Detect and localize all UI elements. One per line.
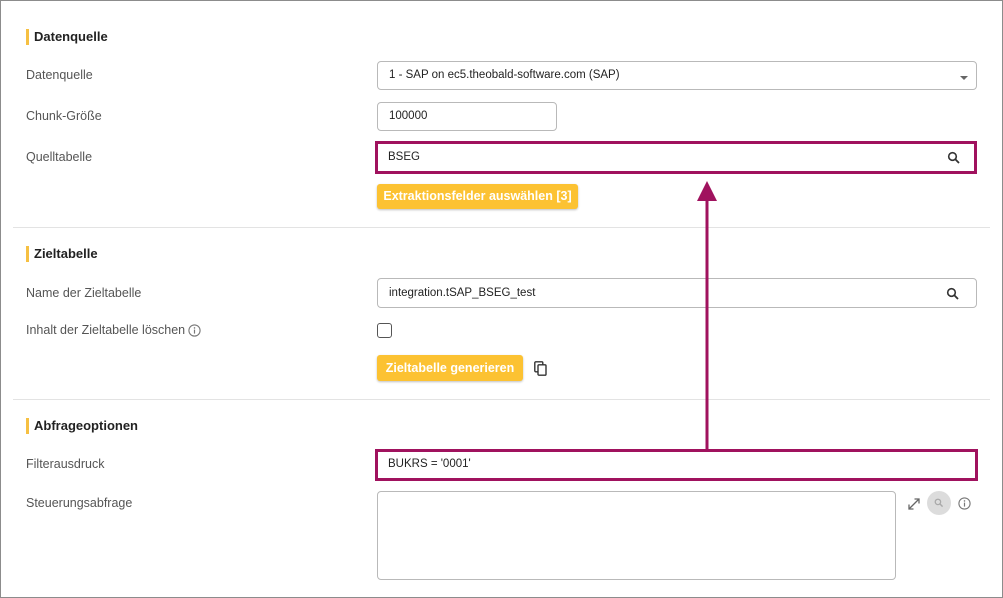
settings-panel: Datenquelle Datenquelle 1 - SAP on ec5.t… bbox=[0, 0, 1003, 598]
annotation-arrow bbox=[697, 181, 717, 449]
